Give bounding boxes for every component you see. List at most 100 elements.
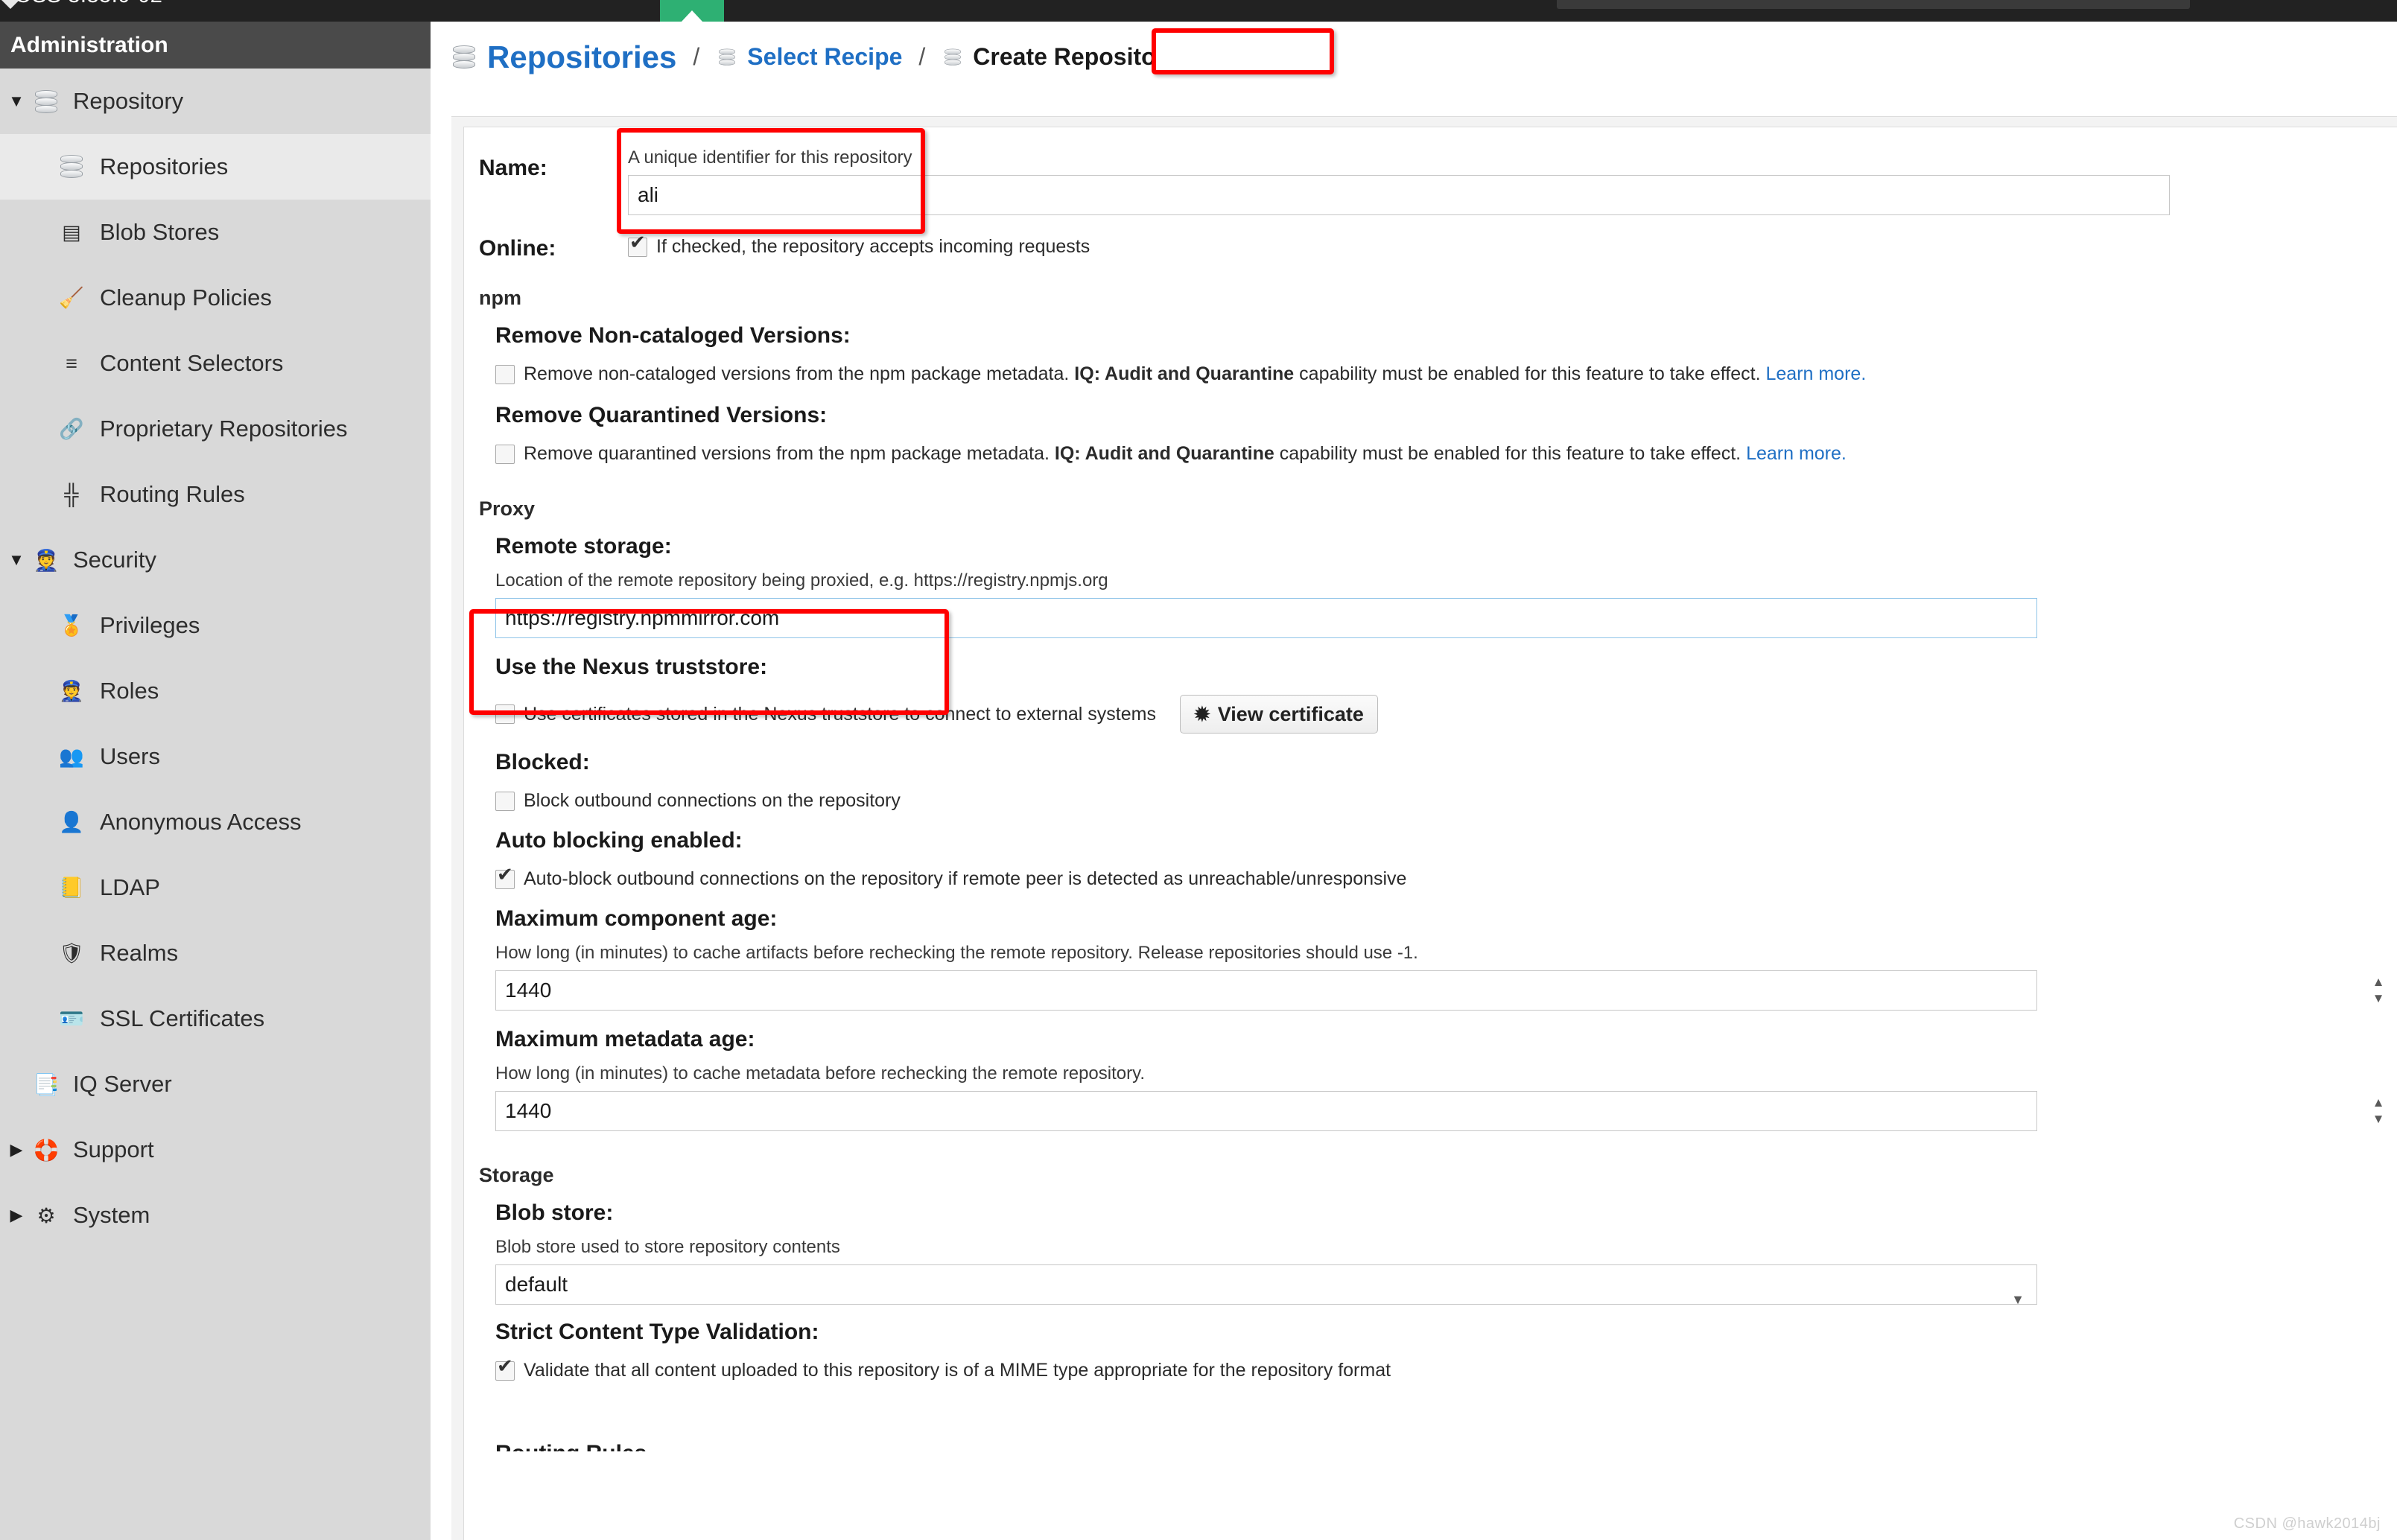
blocked-block: Blocked: Block outbound connections on t… [464, 750, 2397, 812]
caret-down-icon[interactable]: ▼ [3, 92, 30, 111]
product-version-label: OSS 3.35.0-02 [15, 0, 162, 8]
sidebar-group-repository[interactable]: ▼ Repository [0, 69, 431, 134]
learn-more-link[interactable]: Learn more. [1765, 363, 1866, 384]
blob-store-select[interactable]: default ▼ [495, 1264, 2037, 1305]
text-part-2: capability must be enabled for this feat… [1274, 443, 1746, 464]
text-bold: IQ: Audit and Quarantine [1074, 363, 1294, 384]
breadcrumb-root-link[interactable]: Repositories [487, 39, 676, 75]
remote-storage-hint: Location of the remote repository being … [495, 570, 2397, 592]
strict-validation-checkbox[interactable] [495, 1361, 515, 1381]
view-certificate-button[interactable]: ✹ View certificate [1180, 695, 1378, 734]
sidebar-item-users[interactable]: 👥 Users [0, 724, 431, 789]
sidebar-item-label: Users [100, 743, 160, 770]
sidebar-group-security[interactable]: ▼👮Security [0, 527, 431, 593]
sidebar-item-label: Repositories [100, 153, 228, 180]
sidebar-item-routing-rules[interactable]: ╬Routing Rules [0, 462, 431, 527]
remove-quarantined-label: Remove Quarantined Versions: [495, 403, 2397, 428]
online-checkbox[interactable] [628, 238, 647, 257]
sidebar-item-blob-stores[interactable]: ▤Blob Stores [0, 200, 431, 265]
watermark: CSDN @hawk2014bj [2234, 1515, 2381, 1533]
breadcrumb-select-recipe-link[interactable]: Select Recipe [747, 43, 902, 71]
search-input[interactable] [1557, 0, 2190, 9]
max-component-age-label: Maximum component age: [495, 906, 2397, 932]
blob-store-block: Blob store: Blob store used to store rep… [464, 1200, 2397, 1305]
database-icon [54, 155, 89, 179]
sidebar-group-label: IQ Server [73, 1071, 172, 1098]
remove-noncataloged-label: Remove Non-cataloged Versions: [495, 323, 2397, 349]
stepper-down-icon[interactable]: ▼ [2372, 1115, 2385, 1124]
sidebar-group-label: Repository [73, 88, 183, 115]
max-component-age-input[interactable]: 1440 [495, 970, 2037, 1011]
sidebar-item-label: Blob Stores [100, 219, 219, 246]
sidebar-group-label: Security [73, 547, 156, 573]
proxy-section-title: Proxy [464, 497, 2397, 521]
sidebar-item-roles[interactable]: 👮Roles [0, 658, 431, 724]
remove-noncataloged-checkbox[interactable] [495, 365, 515, 384]
name-label: Name: [479, 147, 628, 181]
max-metadata-age-hint: How long (in minutes) to cache metadata … [495, 1063, 2397, 1085]
remove-quarantined-checkbox[interactable] [495, 445, 515, 464]
remote-storage-label: Remote storage: [495, 534, 2397, 559]
online-row: Online: If checked, the repository accep… [464, 236, 2397, 261]
sidebar-item-repositories[interactable]: Repositories [0, 134, 431, 200]
sidebar-nav: ▼ Repository Repositories ▤Blob Stores🧹Clea… [0, 69, 431, 1248]
sidebar-group-label: Support [73, 1136, 154, 1163]
stepper-up-icon[interactable]: ▲ [2372, 1098, 2385, 1107]
max-metadata-age-block: Maximum metadata age: How long (in minut… [464, 1027, 2397, 1131]
max-component-age-hint: How long (in minutes) to cache artifacts… [495, 942, 2397, 964]
remote-storage-block: Remote storage: Location of the remote r… [464, 534, 2397, 638]
sidebar-item-label: Content Selectors [100, 350, 283, 377]
npm-section-title: npm [464, 287, 2397, 310]
sidebar-item-label: Routing Rules [100, 481, 245, 508]
users-icon: 👥 [54, 747, 89, 767]
sidebar-item-proprietary-repositories[interactable]: 🔗 Proprietary Repositories [0, 396, 431, 462]
sidebar-item-label: SSL Certificates [100, 1005, 264, 1032]
sidebar-group-support[interactable]: ▶🛟 Support [0, 1117, 431, 1183]
max-component-age-stepper[interactable]: ▲ ▼ [2370, 978, 2387, 1003]
gear-icon: ⚙ [30, 1203, 63, 1228]
sidebar-group-iq-server[interactable]: 📑 IQ Server [0, 1051, 431, 1117]
blob-store-hint: Blob store used to store repository cont… [495, 1236, 2397, 1259]
lifebuoy-icon: 🛟 [30, 1138, 63, 1162]
learn-more-link[interactable]: Learn more. [1746, 443, 1847, 464]
sidebar-item-label: Cleanup Policies [100, 284, 272, 311]
main-content: Repositories / Select Recipe / Create Re… [431, 22, 2397, 1540]
stepper-down-icon[interactable]: ▼ [2372, 994, 2385, 1003]
blocked-label: Blocked: [495, 750, 2397, 775]
caret-right-icon[interactable]: ▶ [3, 1206, 30, 1225]
max-metadata-age-input[interactable]: 1440 [495, 1091, 2037, 1131]
blocked-text: Block outbound connections on the reposi… [524, 790, 901, 812]
truststore-checkbox[interactable] [495, 704, 515, 724]
link-icon: 🔗 [54, 419, 89, 439]
breadcrumb: Repositories / Select Recipe / Create Re… [431, 22, 2397, 92]
remove-noncataloged-text: Remove non-cataloged versions from the n… [524, 363, 1866, 385]
blocked-checkbox[interactable] [495, 792, 515, 811]
sidebar-title: Administration [0, 22, 431, 69]
medal-icon: 🏅 [54, 616, 89, 636]
sidebar-item-anonymous-access[interactable]: 👤Anonymous Access [0, 789, 431, 855]
name-input[interactable]: ali [628, 175, 2170, 215]
sidebar-item-content-selectors[interactable]: ≡Content Selectors [0, 331, 431, 396]
auto-blocking-label: Auto blocking enabled: [495, 828, 2397, 853]
remote-storage-input[interactable]: https://registry.npmmirror.com [495, 598, 2037, 638]
max-metadata-age-stepper[interactable]: ▲ ▼ [2370, 1098, 2387, 1124]
sidebar-item-label: Proprietary Repositories [100, 416, 348, 442]
caret-right-icon[interactable]: ▶ [3, 1140, 30, 1159]
sidebar-group-system[interactable]: ▶⚙System [0, 1183, 431, 1248]
iq-icon: 📑 [30, 1072, 63, 1097]
caret-down-icon[interactable]: ▼ [3, 550, 30, 570]
sidebar-item-cleanup-policies[interactable]: 🧹Cleanup Policies [0, 265, 431, 331]
text-bold: IQ: Audit and Quarantine [1055, 443, 1274, 464]
chevron-down-icon: ▼ [2011, 1280, 2025, 1319]
database-icon [30, 89, 63, 114]
sidebar-item-realms[interactable]: 🛡 Realms [0, 920, 431, 986]
active-tab-indicator[interactable] [660, 0, 724, 22]
sidebar-item-ssl-certificates[interactable]: 🪪SSL Certificates [0, 986, 431, 1051]
max-metadata-age-label: Maximum metadata age: [495, 1027, 2397, 1052]
auto-blocking-checkbox[interactable] [495, 870, 515, 889]
sidebar-item-label: Realms [100, 940, 178, 967]
sidebar-item-ldap[interactable]: 📒LDAP [0, 855, 431, 920]
stepper-up-icon[interactable]: ▲ [2372, 978, 2385, 987]
shield-icon: 🛡 [54, 944, 89, 964]
sidebar-item-privileges[interactable]: 🏅Privileges [0, 593, 431, 658]
